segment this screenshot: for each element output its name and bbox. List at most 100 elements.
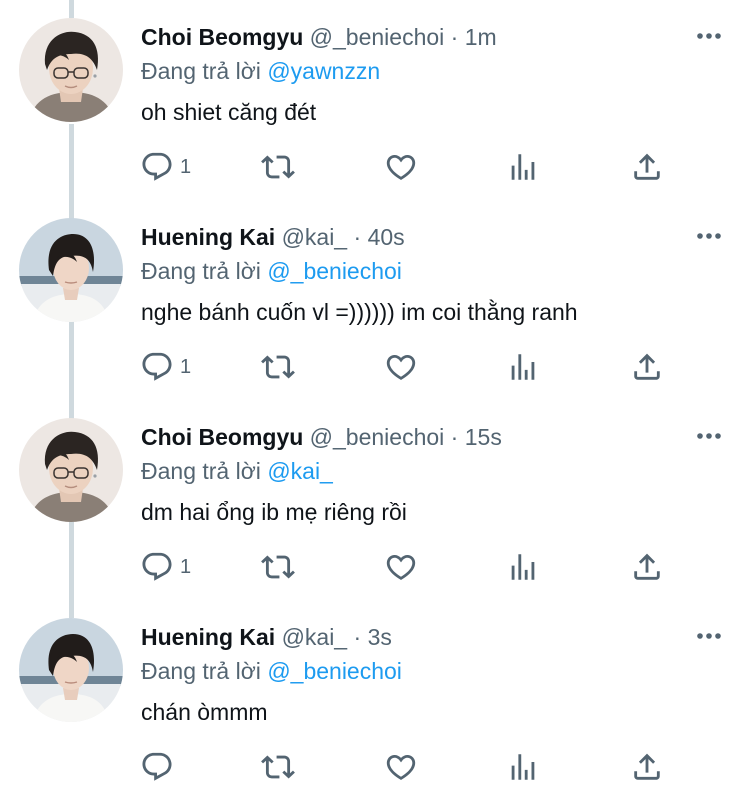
reply-icon: [142, 552, 172, 581]
action-bar: 1: [140, 149, 680, 189]
retweet-button[interactable]: [260, 349, 296, 385]
separator-dot: ·: [450, 424, 459, 450]
share-button[interactable]: [630, 549, 664, 585]
retweet-icon: [261, 155, 295, 179]
tweet-header: Choi Beomgyu @_beniechoi · 15s: [141, 422, 502, 452]
user-handle[interactable]: @kai_: [282, 224, 348, 250]
replying-to: Đang trả lời @_beniechoi: [141, 656, 402, 686]
replying-to-label: Đang trả lời: [141, 658, 261, 684]
avatar[interactable]: [19, 18, 123, 122]
replying-to: Đang trả lời @_beniechoi: [141, 256, 402, 286]
tweet-header: Huening Kai @kai_ · 40s: [141, 222, 405, 252]
reply-count: 1: [180, 355, 192, 378]
share-button[interactable]: [630, 149, 664, 185]
display-name[interactable]: Choi Beomgyu: [141, 24, 303, 50]
tweet-text: nghe bánh cuốn vl =)))))) im coi thằng r…: [141, 299, 578, 325]
reply-count: 1: [180, 155, 192, 178]
tweet-text: dm hai ổng ib mẹ riêng rồi: [141, 499, 407, 525]
views-button[interactable]: [506, 549, 540, 585]
replying-to-label: Đang trả lời: [141, 458, 261, 484]
replying-to: Đang trả lời @yawnzzn: [141, 56, 380, 86]
reply-icon: [142, 752, 172, 781]
display-name[interactable]: Huening Kai: [141, 224, 275, 250]
reply-button[interactable]: 1: [140, 549, 191, 585]
mention-link[interactable]: @yawnzzn: [267, 58, 380, 84]
heart-icon: [386, 754, 416, 780]
tweet-header: Huening Kai @kai_ · 3s: [141, 622, 392, 652]
like-button[interactable]: [384, 549, 418, 585]
views-button[interactable]: [506, 349, 540, 385]
heart-icon: [386, 354, 416, 380]
views-icon: [511, 154, 535, 180]
heart-icon: [386, 154, 416, 180]
separator-dot: ·: [353, 224, 362, 250]
retweet-button[interactable]: [260, 149, 296, 185]
action-bar: 1: [140, 549, 680, 589]
display-name[interactable]: Huening Kai: [141, 624, 275, 650]
display-name[interactable]: Choi Beomgyu: [141, 424, 303, 450]
avatar-image: [19, 418, 123, 522]
heart-icon: [386, 554, 416, 580]
mention-link[interactable]: @_beniechoi: [267, 258, 402, 284]
more-icon: [697, 233, 721, 239]
views-button[interactable]: [506, 749, 540, 785]
more-button[interactable]: [694, 224, 724, 248]
more-button[interactable]: [694, 24, 724, 48]
user-handle[interactable]: @kai_: [282, 624, 348, 650]
timestamp[interactable]: 40s: [368, 224, 405, 250]
avatar[interactable]: [19, 218, 123, 322]
retweet-icon: [261, 355, 295, 379]
action-bar: [140, 749, 680, 789]
like-button[interactable]: [384, 149, 418, 185]
avatar[interactable]: [19, 618, 123, 722]
user-handle[interactable]: @_beniechoi: [310, 24, 445, 50]
share-icon: [634, 353, 660, 380]
more-icon: [697, 33, 721, 39]
replying-to: Đang trả lời @kai_: [141, 456, 333, 486]
reply-count: 1: [180, 555, 192, 578]
avatar[interactable]: [19, 418, 123, 522]
reply-icon: [142, 152, 172, 181]
share-icon: [634, 753, 660, 780]
separator-dot: ·: [450, 24, 459, 50]
reply-icon: [142, 352, 172, 381]
more-button[interactable]: [694, 424, 724, 448]
mention-link[interactable]: @kai_: [267, 458, 333, 484]
retweet-button[interactable]: [260, 549, 296, 585]
tweet[interactable]: Huening Kai @kai_ · 40s Đang trả lời @_b…: [0, 200, 750, 400]
tweet[interactable]: Choi Beomgyu @_beniechoi · 1m Đang trả l…: [0, 0, 750, 200]
reply-button[interactable]: 1: [140, 349, 191, 385]
tweet-text: chán òmmm: [141, 699, 268, 725]
retweet-button[interactable]: [260, 749, 296, 785]
more-icon: [697, 433, 721, 439]
reply-button[interactable]: [140, 749, 180, 785]
replying-to-label: Đang trả lời: [141, 58, 261, 84]
avatar-image: [19, 218, 123, 322]
tweet-text: oh shiet căng đét: [141, 99, 317, 125]
like-button[interactable]: [384, 349, 418, 385]
avatar-image: [19, 618, 123, 722]
more-button[interactable]: [694, 624, 724, 648]
share-icon: [634, 153, 660, 180]
retweet-icon: [261, 755, 295, 779]
retweet-icon: [261, 555, 295, 579]
mention-link[interactable]: @_beniechoi: [267, 658, 402, 684]
reply-button[interactable]: 1: [140, 149, 191, 185]
action-bar: 1: [140, 349, 680, 389]
separator-dot: ·: [353, 624, 362, 650]
timestamp[interactable]: 3s: [368, 624, 392, 650]
user-handle[interactable]: @_beniechoi: [310, 424, 445, 450]
tweet-header: Choi Beomgyu @_beniechoi · 1m: [141, 22, 497, 52]
avatar-image: [19, 18, 123, 122]
like-button[interactable]: [384, 749, 418, 785]
timestamp[interactable]: 15s: [465, 424, 502, 450]
share-icon: [634, 553, 660, 580]
views-button[interactable]: [506, 149, 540, 185]
tweet[interactable]: Choi Beomgyu @_beniechoi · 15s Đang trả …: [0, 400, 750, 600]
share-button[interactable]: [630, 749, 664, 785]
more-icon: [697, 633, 721, 639]
share-button[interactable]: [630, 349, 664, 385]
timestamp[interactable]: 1m: [465, 24, 497, 50]
views-icon: [511, 354, 535, 380]
tweet[interactable]: Huening Kai @kai_ · 3s Đang trả lời @_be…: [0, 600, 750, 800]
